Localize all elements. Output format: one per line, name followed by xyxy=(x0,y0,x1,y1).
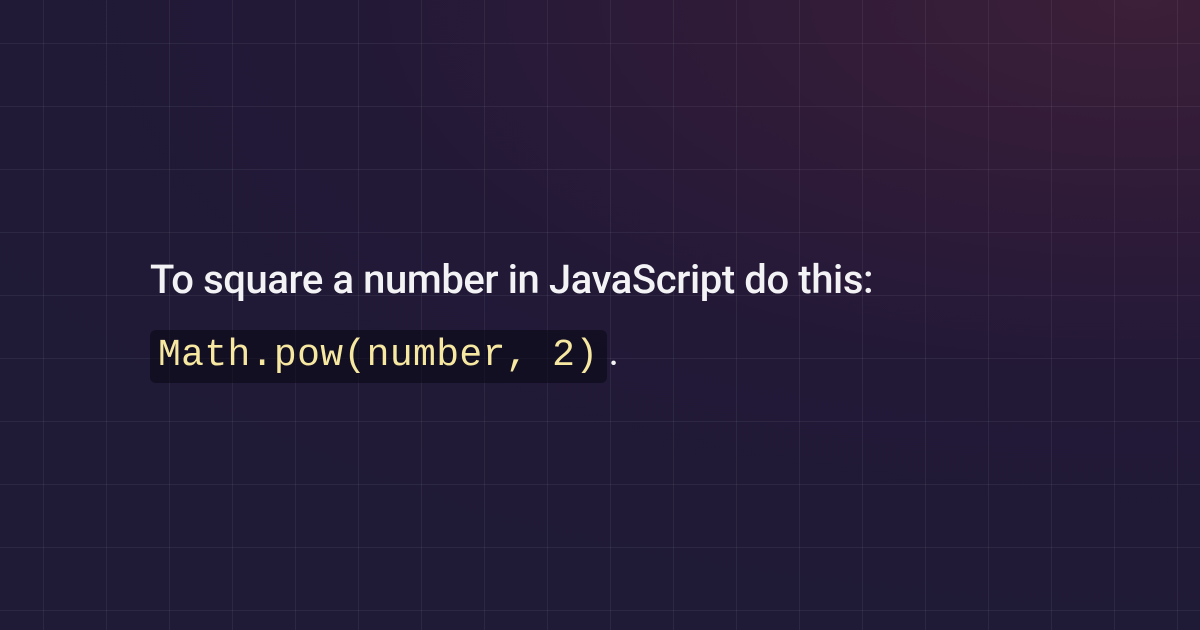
heading-text: To square a number in JavaScript do this… xyxy=(150,254,1140,306)
content-container: To square a number in JavaScript do this… xyxy=(0,0,1200,630)
code-line: Math.pow(number, 2). xyxy=(150,328,1140,377)
code-snippet: Math.pow(number, 2) xyxy=(150,330,607,383)
trailing-period: . xyxy=(609,328,620,375)
